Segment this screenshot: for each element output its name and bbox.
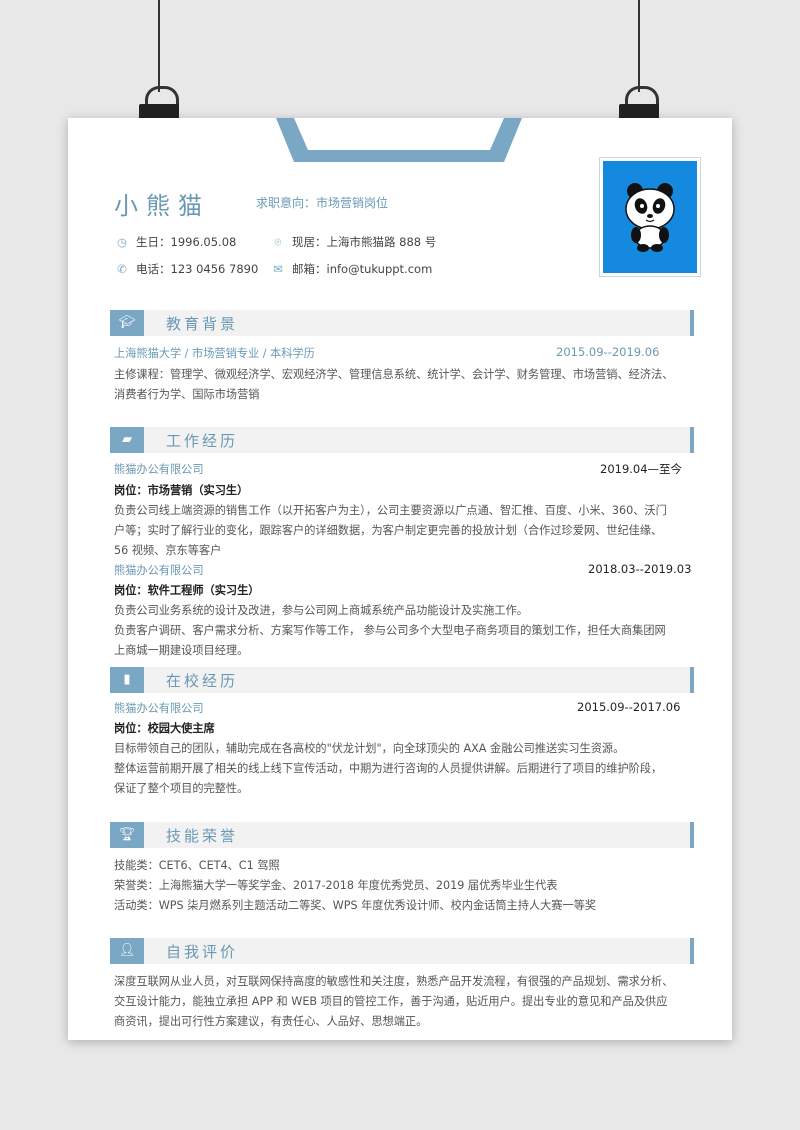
mail-icon: ✉ — [273, 262, 283, 276]
resume-page: 小熊猫 求职意向：市场营销岗位 ◷ 生日：1996.05.08 ⌾ 现居：上海市熊猫… — [68, 118, 732, 1040]
briefcase-icon: ▰ — [110, 427, 144, 453]
campus-date: 2015.09--2017.06 — [577, 700, 681, 714]
residence-info: ⌾ 现居：上海市熊猫路 888 号 — [270, 234, 437, 250]
section-header-skills: 🏆︎ 技能荣誉 — [110, 822, 694, 848]
job1-date: 2019.04—至今 — [600, 462, 683, 476]
skills-line-3: 活动类：WPS 柒月燃系列主题活动二等奖、WPS 年度优秀设计师、校内金话筒主持… — [114, 899, 597, 912]
hanging-string-left — [158, 0, 160, 92]
section-header-education: 🎓︎ 教育背景 — [110, 310, 694, 336]
panda-avatar-icon — [625, 183, 675, 252]
skills-line-2: 荣誉类：上海熊猫大学一等奖学金、2017-2018 年度优秀党员、2019 届优… — [114, 879, 558, 892]
phone-info: ✆ 电话：123 0456 7890 — [114, 261, 258, 277]
header-tab-decoration — [276, 118, 522, 162]
hanging-string-right — [638, 0, 640, 92]
job1-desc-3: 56 视频、京东等客户 — [114, 544, 222, 557]
job1-company: 熊猫办公有限公司 — [114, 463, 204, 476]
education-school-line: 上海熊猫大学 / 市场营销专业 / 本科学历 — [114, 347, 315, 360]
self-line-3: 商资讯，提出可行性方案建议，有责任心、人品好、思想端正。 — [114, 1015, 428, 1028]
job1-role: 岗位：市场营销（实习生） — [114, 484, 249, 497]
section-header-campus: ▮ 在校经历 — [110, 667, 694, 693]
email-info: ✉ 邮箱：info@tukuppt.com — [270, 261, 432, 277]
education-courses-1: 主修课程：管理学、微观经济学、宏观经济学、管理信息系统、统计学、会计学、财务管理… — [114, 368, 674, 381]
self-line-1: 深度互联网从业人员，对互联网保持高度的敏感性和关注度，熟悉产品开发流程，有很强的… — [114, 975, 674, 988]
job2-company: 熊猫办公有限公司 — [114, 564, 204, 577]
trophy-icon: 🏆︎ — [110, 822, 144, 848]
job2-desc-1: 负责公司业务系统的设计及改进，参与公司网上商城系统产品功能设计及实施工作。 — [114, 604, 528, 617]
book-icon: ▮ — [110, 667, 144, 693]
job2-role: 岗位：软件工程师（实习生） — [114, 584, 260, 597]
job1-desc-1: 负责公司线上端资源的销售工作（以开拓客户为主），公司主要资源以广点通、智汇推、百… — [114, 504, 667, 517]
education-date: 2015.09--2019.06 — [556, 345, 660, 359]
section-header-self: 👤︎ 自我评价 — [110, 938, 694, 964]
section-header-work: ▰ 工作经历 — [110, 427, 694, 453]
profile-photo — [599, 157, 701, 277]
skills-line-1: 技能类：CET6、CET4、C1 驾照 — [114, 859, 280, 872]
campus-company: 熊猫办公有限公司 — [114, 702, 204, 715]
clock-icon: ◷ — [116, 235, 128, 249]
job2-desc-3: 上商城一期建设项目经理。 — [114, 644, 249, 657]
campus-desc-3: 保证了整个项目的完整性。 — [114, 782, 249, 795]
birthday-info: ◷ 生日：1996.05.08 — [114, 234, 236, 250]
self-line-2: 交互设计能力，能独立承担 APP 和 WEB 项目的管控工作，善于沟通，贴近用户… — [114, 995, 668, 1008]
education-courses-2: 消费者行为学、国际市场营销 — [114, 388, 260, 401]
campus-role: 岗位：校园大使主席 — [114, 722, 215, 735]
job-intent: 求职意向：市场营销岗位 — [256, 196, 389, 210]
graduation-cap-icon: 🎓︎ — [110, 310, 144, 336]
candidate-name: 小熊猫 — [114, 192, 210, 220]
job2-desc-2: 负责客户调研、客户需求分析、方案写作等工作， 参与公司多个大型电子商务项目的策划… — [114, 624, 666, 637]
campus-desc-2: 整体运营前期开展了相关的线上线下宣传活动，中期为进行咨询的人员提供讲解。后期进行… — [114, 762, 663, 775]
campus-desc-1: 目标带领自己的团队，辅助完成在各高校的"伏龙计划"，向全球顶尖的 AXA 金融公… — [114, 742, 625, 755]
person-icon: 👤︎ — [110, 938, 144, 964]
job2-date: 2018.03--2019.03 — [588, 562, 692, 576]
phone-icon: ✆ — [117, 262, 127, 276]
job1-desc-2: 户等；实时了解行业的变化，跟踪客户的详细数据，为客户制定更完善的投放计划（合作过… — [114, 524, 663, 537]
location-icon: ⌾ — [274, 235, 282, 249]
